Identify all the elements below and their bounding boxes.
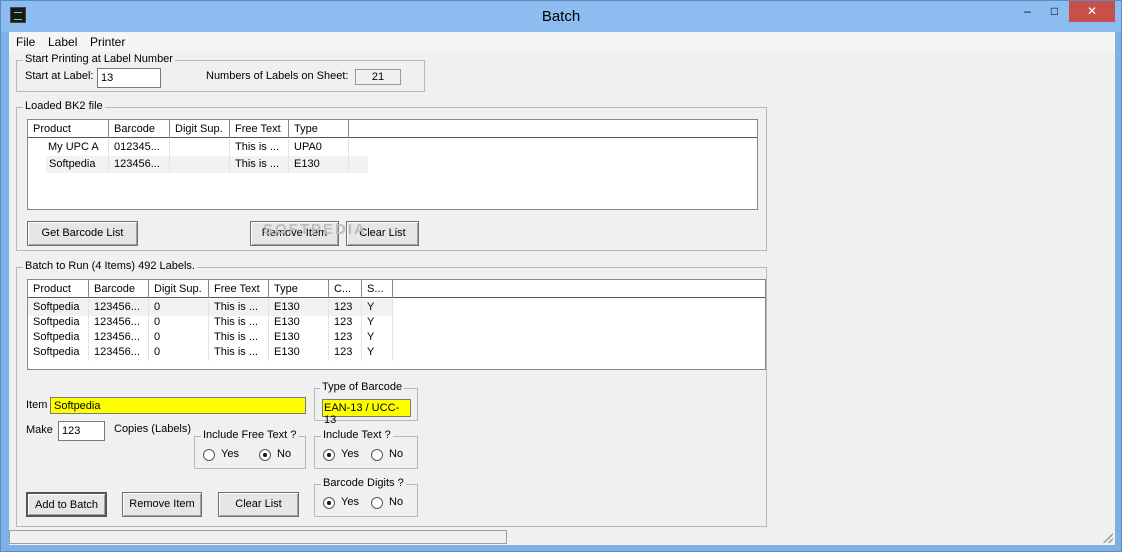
- loaded-list-header: Product Barcode Digit Sup. Free Text Typ…: [28, 120, 757, 138]
- batch-window: Batch – □ ✕ File Label Printer Start Pri…: [0, 0, 1122, 552]
- start-at-label-text: Start at Label:: [25, 70, 94, 82]
- add-to-batch-button[interactable]: Add to Batch: [26, 492, 107, 517]
- cell-type: UPA0: [289, 139, 349, 156]
- make-copies-input[interactable]: [58, 421, 105, 441]
- col-s[interactable]: S...: [362, 280, 393, 298]
- include-text-yes-radio[interactable]: [323, 449, 335, 461]
- menu-printer[interactable]: Printer: [90, 35, 125, 49]
- start-at-label-input[interactable]: [97, 68, 161, 88]
- free-text-yes-radio[interactable]: [203, 449, 215, 461]
- item-label: Item: [26, 399, 48, 411]
- clear-list-button-batch[interactable]: Clear List: [218, 492, 299, 517]
- include-text-no-radio[interactable]: [371, 449, 383, 461]
- cell-barcode: 123456...: [109, 156, 170, 173]
- col-digit-sup[interactable]: Digit Sup.: [170, 120, 230, 138]
- type-of-barcode-group: Type of Barcode EAN-13 / UCC-13: [314, 381, 418, 426]
- col-barcode[interactable]: Barcode: [109, 120, 170, 138]
- table-row[interactable]: Softpedia 123456... This is ... E130: [46, 156, 368, 173]
- cell-barcode: 123456...: [89, 344, 149, 361]
- maximize-button[interactable]: □: [1041, 1, 1068, 22]
- free-text-yes-label[interactable]: Yes: [221, 448, 239, 460]
- window-title: Batch: [541, 8, 581, 25]
- batch-title: Batch to Run (4 Items) 492 Labels.: [23, 260, 197, 272]
- num-labels-value: 21: [355, 69, 401, 85]
- make-label: Make: [26, 424, 53, 436]
- include-text-group: Include Text ? Yes No: [314, 429, 418, 469]
- barcode-digits-group: Barcode Digits ? Yes No: [314, 477, 418, 517]
- digits-no-radio[interactable]: [371, 497, 383, 509]
- get-barcode-list-button[interactable]: Get Barcode List: [27, 221, 138, 246]
- col-digit-sup[interactable]: Digit Sup.: [149, 280, 209, 298]
- col-copies[interactable]: C...: [329, 280, 362, 298]
- cell-s: Y: [362, 344, 393, 361]
- menu-label[interactable]: Label: [48, 35, 77, 49]
- digits-no-label[interactable]: No: [389, 496, 403, 508]
- cell-free-text: This is ...: [230, 139, 289, 156]
- include-free-text-group: Include Free Text ? Yes No: [194, 429, 306, 469]
- batch-list-header: Product Barcode Digit Sup. Free Text Typ…: [28, 280, 765, 298]
- title-bar[interactable]: Batch – □ ✕: [1, 1, 1121, 32]
- free-text-no-radio[interactable]: [259, 449, 271, 461]
- cell-product: Softpedia: [28, 344, 89, 361]
- cell-digit-sup: [170, 139, 230, 156]
- include-text-no-label[interactable]: No: [389, 448, 403, 460]
- include-free-text-title: Include Free Text ?: [201, 429, 299, 441]
- include-text-title: Include Text ?: [321, 429, 393, 441]
- batch-to-run-group: Batch to Run (4 Items) 492 Labels. Produ…: [16, 260, 767, 527]
- col-product[interactable]: Product: [28, 120, 109, 138]
- loaded-list[interactable]: Product Barcode Digit Sup. Free Text Typ…: [27, 119, 758, 210]
- resize-grip-icon[interactable]: [1103, 533, 1113, 543]
- start-printing-title: Start Printing at Label Number: [23, 53, 175, 65]
- type-of-barcode-title: Type of Barcode: [320, 381, 405, 393]
- cell-free-text: This is ...: [209, 344, 269, 361]
- close-button[interactable]: ✕: [1069, 1, 1115, 22]
- barcode-type-field[interactable]: EAN-13 / UCC-13: [322, 399, 411, 426]
- cell-product: Softpedia: [46, 156, 109, 173]
- table-row[interactable]: My UPC A 012345... This is ... UPA0: [28, 139, 757, 156]
- item-input[interactable]: [50, 397, 306, 414]
- batch-list[interactable]: Product Barcode Digit Sup. Free Text Typ…: [27, 279, 766, 370]
- col-free-text[interactable]: Free Text: [209, 280, 269, 298]
- table-row[interactable]: Softpedia 123456... 0 This is ... E130 1…: [28, 344, 393, 361]
- loaded-bk2-title: Loaded BK2 file: [23, 100, 105, 112]
- copies-labels-text: Copies (Labels): [114, 423, 192, 435]
- cell-digit-sup: [170, 156, 230, 173]
- col-type[interactable]: Type: [289, 120, 349, 138]
- minimize-button[interactable]: –: [1014, 1, 1041, 22]
- cell-product: My UPC A: [28, 139, 109, 156]
- col-type[interactable]: Type: [269, 280, 329, 298]
- digits-yes-label[interactable]: Yes: [341, 496, 359, 508]
- col-free-text[interactable]: Free Text: [230, 120, 289, 138]
- menu-bar: File Label Printer: [9, 32, 1115, 52]
- num-labels-text: Numbers of Labels on Sheet:: [206, 70, 349, 82]
- cell-copies: 123: [329, 344, 362, 361]
- cell-free-text: This is ...: [230, 156, 289, 173]
- free-text-no-label[interactable]: No: [277, 448, 291, 460]
- status-bar: [9, 529, 1115, 545]
- col-barcode[interactable]: Barcode: [89, 280, 149, 298]
- menu-file[interactable]: File: [16, 35, 35, 49]
- start-printing-group: Start Printing at Label Number Start at …: [16, 53, 425, 92]
- cell-digit-sup: 0: [149, 344, 209, 361]
- barcode-digits-title: Barcode Digits ?: [321, 477, 406, 489]
- loaded-bk2-group: Loaded BK2 file Product Barcode Digit Su…: [16, 100, 767, 251]
- cell-barcode: 012345...: [109, 139, 170, 156]
- watermark-logo: SOFTPEDIA: [263, 221, 367, 238]
- cell-type: E130: [289, 156, 349, 173]
- col-product[interactable]: Product: [28, 280, 89, 298]
- remove-item-button-batch[interactable]: Remove Item: [122, 492, 202, 517]
- digits-yes-radio[interactable]: [323, 497, 335, 509]
- client-area: File Label Printer Start Printing at Lab…: [9, 32, 1115, 545]
- status-panel: [9, 530, 507, 544]
- include-text-yes-label[interactable]: Yes: [341, 448, 359, 460]
- cell-type: E130: [269, 344, 329, 361]
